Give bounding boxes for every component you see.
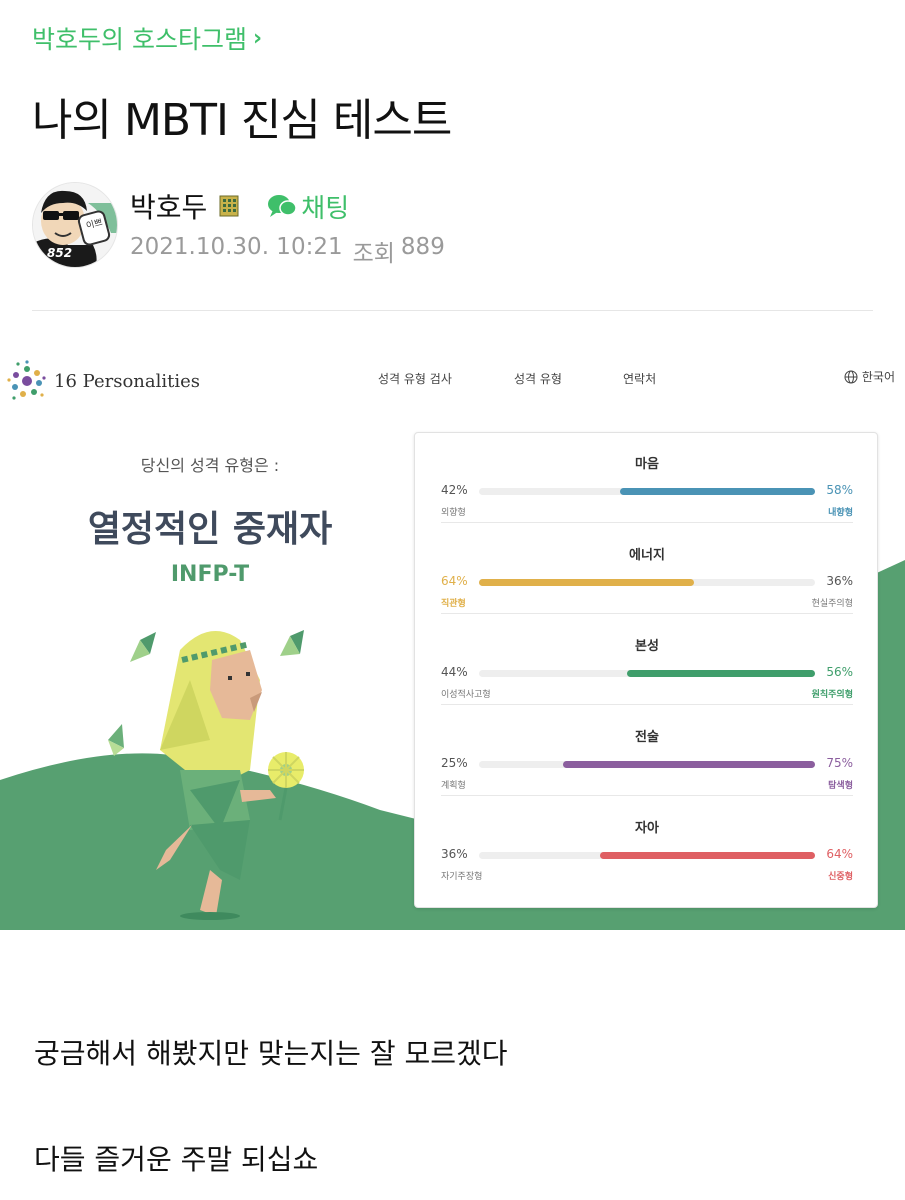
trait-right-percent: 56%: [826, 665, 853, 679]
trait-right-label: 탐색형: [828, 781, 853, 791]
trait-separator: [441, 704, 853, 705]
trait-left-percent: 42%: [441, 483, 468, 497]
divider: [32, 310, 873, 311]
trait-row: 전술 25% 75% 계획형 탐색형: [441, 706, 853, 796]
trait-bar-track: [479, 488, 815, 495]
trait-right-label: 원칙주의형: [811, 690, 853, 700]
trait-separator: [441, 795, 853, 796]
trait-right-percent: 64%: [826, 847, 853, 861]
chevron-right-icon: ›: [252, 25, 263, 51]
result-code: INFP-T: [170, 562, 250, 587]
result-lead: 당신의 성격 유형은 :: [140, 456, 280, 475]
trait-bar-fill: [620, 488, 815, 495]
trait-right-label: 현실주의형: [811, 599, 853, 609]
nav-item-contact[interactable]: 연락처: [623, 370, 656, 387]
embedded-result-image: 16 Personalities 성격 유형 검사 성격 유형 연락처 한국어 …: [0, 340, 905, 930]
trait-title: 에너지: [629, 548, 665, 563]
trait-left-label: 외향형: [441, 508, 466, 518]
trait-separator: [441, 522, 853, 523]
trait-bar-fill: [563, 761, 815, 768]
trait-title: 전술: [635, 730, 659, 745]
trait-row: 자아 36% 64% 자기주장형 신중형: [441, 797, 853, 887]
result-name: 열정적인 중재자: [87, 509, 333, 550]
trait-right-percent: 75%: [826, 756, 853, 770]
trait-separator: [441, 613, 853, 614]
trait-bar-fill: [479, 579, 695, 586]
trait-row: 마음 42% 58% 외향형 내향형: [441, 433, 853, 523]
author-name[interactable]: 박호두: [130, 186, 207, 226]
trait-left-label: 직관형: [441, 599, 466, 609]
logo-dots-icon: [7, 360, 46, 400]
language-selector[interactable]: 한국어: [844, 368, 895, 385]
trait-title: 마음: [635, 457, 659, 472]
site-nav: 16 Personalities 성격 유형 검사 성격 유형 연락처 한국어: [0, 360, 905, 400]
trait-bar-track: [479, 670, 815, 677]
site-logo[interactable]: 16 Personalities: [6, 360, 200, 402]
post-date: 2021.10.30. 10:21: [130, 234, 343, 260]
views-label: 조회: [352, 241, 395, 267]
trait-left-label: 이성적사고형: [441, 690, 491, 700]
trait-left-percent: 64%: [441, 574, 468, 588]
trait-row: 본성 44% 56% 이성적사고형 원칙주의형: [441, 615, 853, 705]
nav-item-test[interactable]: 성격 유형 검사: [378, 370, 452, 387]
trait-left-label: 자기주장형: [441, 872, 483, 882]
post-paragraph: 궁금해서 해봤지만 맞는지는 잘 모르겠다: [34, 1037, 508, 1070]
author-row: 박호두 채팅: [130, 186, 445, 226]
trait-bar-fill: [626, 670, 815, 677]
author-block: 이쁘 852 박호두 채팅 2021.10.30. 10:21 조회 889: [32, 182, 445, 268]
cafe-name: 박호두의 호스타그램: [32, 25, 247, 54]
language-label: 한국어: [861, 370, 895, 384]
post-title: 나의 MBTI 진심 테스트: [32, 95, 452, 146]
chat-button[interactable]: 채팅: [267, 188, 349, 225]
trait-bar-track: [479, 579, 815, 586]
views-count: 889: [400, 234, 445, 260]
trait-right-percent: 58%: [826, 483, 853, 497]
trait-right-label: 신중형: [828, 872, 853, 882]
trait-bar-track: [479, 852, 815, 859]
trait-right-percent: 36%: [826, 574, 853, 588]
globe-icon: [844, 370, 858, 383]
logo-text: 16 Personalities: [54, 370, 200, 392]
avatar-number: 852: [47, 246, 72, 260]
post-meta: 2021.10.30. 10:21 조회 889: [130, 234, 445, 268]
post-paragraph: 다들 즐거운 주말 되십쇼: [34, 1143, 319, 1176]
trait-row: 에너지 64% 36% 직관형 현실주의형: [441, 524, 853, 614]
trait-bar-track: [479, 761, 815, 768]
cafe-link[interactable]: 박호두의 호스타그램 ›: [32, 20, 262, 56]
trait-title: 본성: [635, 639, 659, 654]
chat-label: 채팅: [301, 193, 350, 224]
author-info: 박호두 채팅 2021.10.30. 10:21 조회 889: [130, 186, 445, 268]
chat-bubble-icon: [268, 195, 298, 217]
trait-right-label: 내향형: [828, 508, 853, 518]
trait-left-percent: 44%: [441, 665, 468, 679]
rank-badge-icon: [219, 195, 239, 217]
trait-bar-fill: [599, 852, 815, 859]
mediator-character-illustration: [108, 630, 304, 920]
avatar[interactable]: 이쁘 852: [32, 182, 118, 268]
trait-left-percent: 25%: [441, 756, 468, 770]
trait-card: 마음 42% 58% 외향형 내향형 에너지 64% 36% 직관형 현실주의형…: [414, 432, 878, 908]
trait-left-percent: 36%: [441, 847, 468, 861]
nav-item-types[interactable]: 성격 유형: [514, 370, 562, 387]
avatar-image: 이쁘 852: [33, 183, 117, 267]
trait-title: 자아: [635, 821, 659, 836]
trait-left-label: 계획형: [441, 781, 466, 791]
